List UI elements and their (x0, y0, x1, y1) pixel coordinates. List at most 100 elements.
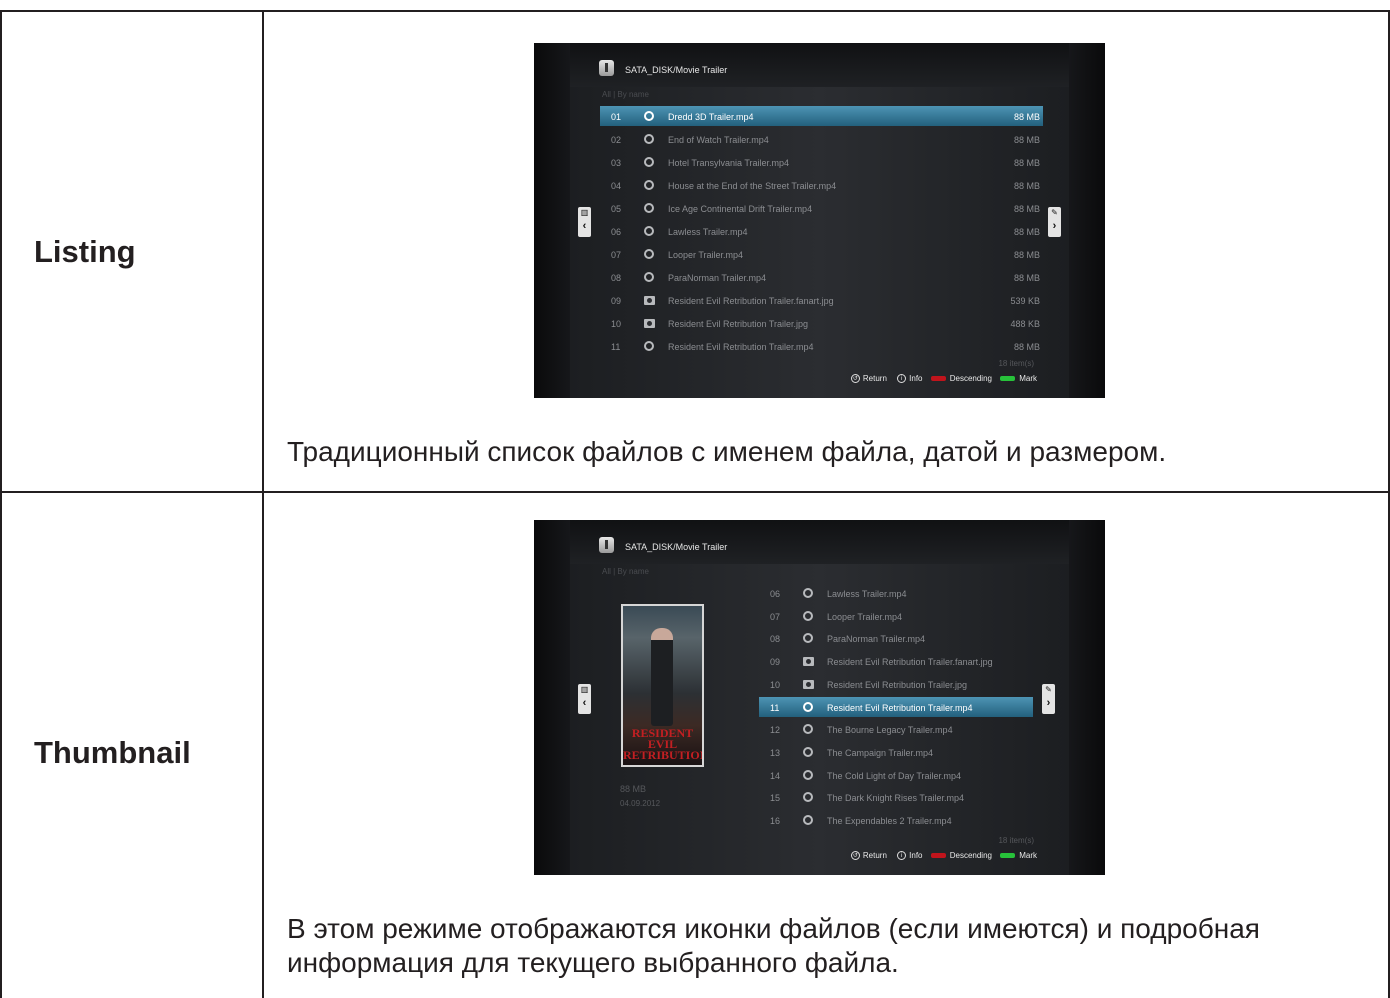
file-row[interactable]: 07 Looper Trailer.mp4 88 MB (600, 244, 1043, 264)
film-reel-icon (803, 610, 813, 621)
film-reel-icon (644, 203, 654, 213)
usb-icon (599, 537, 614, 553)
file-number: 01 (611, 112, 622, 122)
film-reel-icon (803, 724, 813, 735)
key-legend: ↺ Return i Info Descending Mark (850, 374, 1037, 384)
file-size: 88 MB (1013, 181, 1040, 191)
film-reel-icon (803, 633, 813, 644)
file-row[interactable]: 11 Resident Evil Retribution Trailer.mp4 8… (600, 336, 1043, 356)
file-size: 88 MB (1013, 158, 1040, 168)
thumbnail-screenshot: SATA_DISK/Movie Trailer All | By name RE… (534, 520, 1105, 875)
file-row[interactable]: 13 The Campaign Trailer.mp4 (759, 742, 1033, 762)
right-panel-tab[interactable]: ✎ › (1042, 684, 1055, 714)
mark-label: Mark (1019, 374, 1037, 384)
file-row[interactable]: 16 The Expendables 2 Trailer.mp4 (759, 810, 1033, 830)
chevron-right-icon: › (1046, 697, 1051, 709)
file-number: 14 (770, 770, 781, 781)
file-row[interactable]: 15 The Dark Knight Rises Trailer.mp4 (759, 787, 1033, 807)
file-number: 09 (770, 657, 781, 668)
camera-icon (644, 319, 655, 328)
chevron-left-icon: ‹ (582, 697, 587, 709)
film-reel-icon (644, 341, 654, 351)
file-number: 08 (770, 634, 781, 645)
red-key-icon (930, 376, 946, 382)
file-number: 10 (611, 319, 622, 329)
return-label: Return (862, 374, 887, 384)
key-legend: ↺ Return i Info Descending Mark (850, 851, 1037, 861)
info-label: Info (909, 374, 923, 384)
left-panel-tab[interactable]: ▥ ‹ (578, 684, 591, 714)
file-row[interactable]: 14 The Cold Light of Day Trailer.mp4 (759, 765, 1033, 785)
file-size: 539 KB (1010, 296, 1040, 306)
film-reel-icon (644, 157, 654, 167)
file-name: Hotel Transylvania Trailer.mp4 (668, 158, 790, 168)
info-label: Info (909, 851, 923, 861)
file-number: 07 (770, 611, 781, 622)
poster-figure (651, 628, 673, 726)
book-icon: ▥ (580, 685, 589, 694)
row-description-listing: Традиционный список файлов с именем файл… (287, 436, 1167, 467)
file-number: 16 (770, 816, 781, 826)
file-row[interactable]: 07 Looper Trailer.mp4 (759, 606, 1033, 626)
file-number: 12 (770, 725, 781, 736)
return-label: Return (862, 851, 887, 861)
film-reel-icon (644, 226, 654, 236)
file-row[interactable]: 03 Hotel Transylvania Trailer.mp4 88 MB (600, 152, 1043, 172)
file-name: Resident Evil Retribution Trailer.jpg (668, 319, 809, 329)
file-number: 03 (611, 158, 622, 168)
file-name: House at the End of the Street Trailer.m… (668, 181, 837, 191)
file-row[interactable]: 06 Lawless Trailer.mp4 (759, 583, 1033, 603)
file-row[interactable]: 04 House at the End of the Street Trailer… (600, 175, 1043, 195)
file-number: 04 (611, 181, 622, 191)
sort-filter[interactable]: All | By name (602, 567, 649, 576)
file-row[interactable]: 02 End of Watch Trailer.mp4 88 MB (600, 129, 1043, 149)
left-panel-tab[interactable]: ▥ ‹ (578, 207, 591, 237)
film-reel-icon (644, 180, 654, 190)
film-reel-icon (644, 249, 654, 259)
file-row[interactable]: 11 Resident Evil Retribution Trailer.mp4 (759, 696, 1033, 717)
mark-label: Mark (1019, 851, 1037, 861)
camera-icon (644, 296, 655, 305)
file-name: Lawless Trailer.mp4 (668, 227, 748, 237)
film-reel-icon (644, 272, 654, 282)
file-name: Looper Trailer.mp4 (827, 611, 903, 622)
file-name: ParaNorman Trailer.mp4 (668, 273, 767, 283)
poster-title: RESIDENT EVIL RETRIBUTION (623, 726, 704, 762)
file-row[interactable]: 08 ParaNorman Trailer.mp4 (759, 628, 1033, 648)
file-name: The Cold Light of Day Trailer.mp4 (827, 770, 962, 781)
movie-poster-thumbnail: RESIDENT EVIL RETRIBUTION (621, 604, 704, 767)
file-row[interactable]: 10 Resident Evil Retribution Trailer.jpg (759, 674, 1033, 694)
usb-icon (599, 60, 614, 76)
edit-icon: ✎ (1045, 685, 1052, 694)
file-row[interactable]: 01 Dredd 3D Trailer.mp4 88 MB (600, 106, 1043, 126)
file-name: Resident Evil Retribution Trailer.jpg (827, 679, 968, 690)
file-size: 88 MB (1013, 112, 1040, 122)
green-key-icon (1000, 376, 1016, 382)
file-row[interactable]: 09 Resident Evil Retribution Trailer.fana… (600, 290, 1043, 310)
file-row[interactable]: 12 The Bourne Legacy Trailer.mp4 (759, 719, 1033, 739)
file-row[interactable]: 06 Lawless Trailer.mp4 88 MB (600, 221, 1043, 241)
file-number: 08 (611, 273, 622, 283)
file-row[interactable]: 09 Resident Evil Retribution Trailer.fana… (759, 651, 1033, 671)
file-number: 05 (611, 204, 622, 214)
file-size: 88 MB (1013, 227, 1040, 237)
green-key-icon (1000, 853, 1016, 859)
file-name: Ice Age Continental Drift Trailer.mp4 (668, 204, 813, 214)
file-number: 02 (611, 135, 622, 145)
file-number: 15 (770, 793, 781, 804)
file-name: Dredd 3D Trailer.mp4 (668, 112, 754, 122)
file-row[interactable]: 05 Ice Age Continental Drift Trailer.mp4 8… (600, 198, 1043, 218)
sort-filter[interactable]: All | By name (602, 90, 649, 99)
right-panel-tab[interactable]: ✎ › (1048, 207, 1061, 237)
file-date-info: 04.09.2012 (620, 799, 661, 808)
file-size: 488 KB (1010, 319, 1040, 329)
film-reel-icon (803, 792, 813, 803)
file-row[interactable]: 08 ParaNorman Trailer.mp4 88 MB (600, 267, 1043, 287)
film-reel-icon (803, 815, 813, 825)
file-number: 09 (611, 296, 622, 306)
file-size: 88 MB (1013, 250, 1040, 260)
file-row[interactable]: 10 Resident Evil Retribution Trailer.jpg 4… (600, 313, 1043, 333)
table-border-top (0, 10, 1390, 12)
file-name: ParaNorman Trailer.mp4 (827, 634, 926, 645)
screen-left-edge (534, 43, 570, 398)
